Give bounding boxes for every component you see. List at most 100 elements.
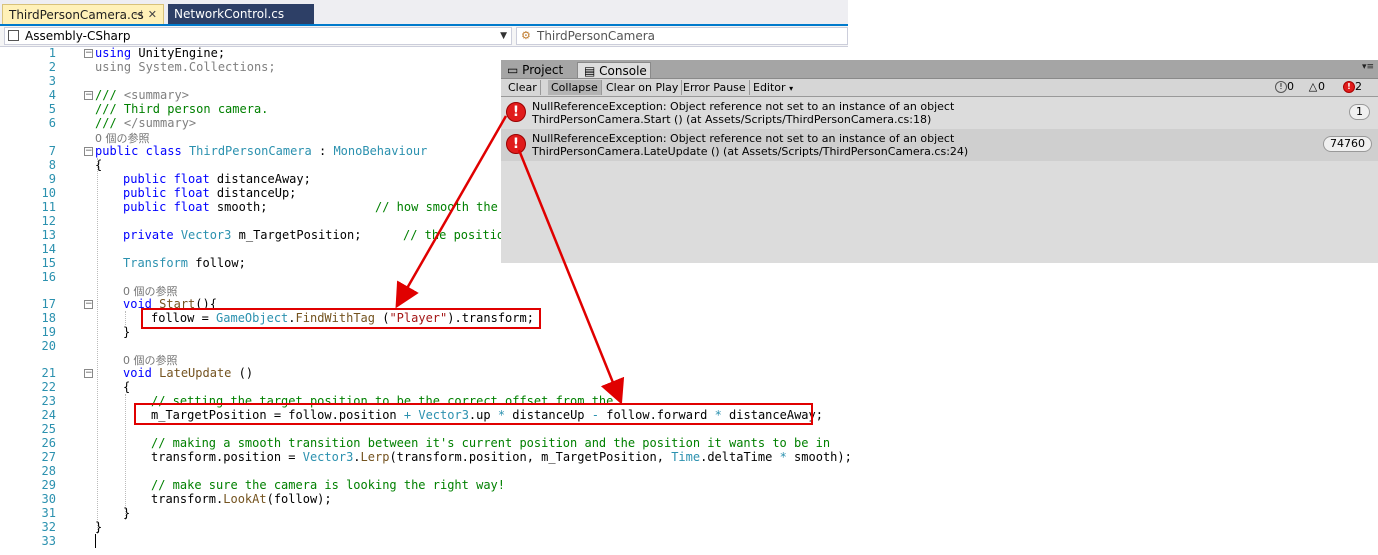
line-number: 15 (41, 256, 56, 270)
code-line: using System.Collections; (95, 60, 276, 74)
code-line: Transform follow; (123, 256, 246, 270)
error-count-toggle[interactable]: ! 2 (1343, 80, 1362, 94)
line-number: 18 (41, 311, 56, 325)
code-line: public float distanceUp; (123, 186, 297, 200)
highlight-box-line-18 (141, 308, 541, 329)
warning-count: 0 (1318, 80, 1325, 93)
console-tab-bar: ▭ Project ▤ Console ▾≡ (501, 60, 1378, 79)
folder-icon: ▭ (507, 63, 519, 77)
indent-guide (125, 394, 126, 520)
log-entry[interactable]: ! NullReferenceException: Object referen… (501, 129, 1378, 161)
line-number: 31 (41, 506, 56, 520)
clear-on-play-toggle[interactable]: Clear on Play (603, 80, 683, 95)
chevron-down-icon: ▼ (500, 31, 507, 41)
tab-label: Console (599, 64, 647, 78)
code-line: public float distanceAway; (123, 172, 311, 186)
collapse-icon[interactable]: − (84, 147, 93, 156)
line-number: 12 (41, 214, 56, 228)
line-number: 13 (41, 228, 56, 242)
tab-networkcontrol[interactable]: NetworkControl.cs (168, 4, 314, 24)
line-number: 29 (41, 478, 56, 492)
line-number: 28 (41, 464, 56, 478)
class-icon: ⚙ (521, 29, 531, 42)
line-number: 4 (48, 88, 56, 102)
tab-label: NetworkControl.cs (174, 7, 285, 21)
window-menu-icon[interactable]: ▾≡ (1362, 62, 1374, 72)
console-toolbar: Clear Collapse Clear on Play Error Pause… (501, 79, 1378, 97)
code-line: // make sure the camera is looking the r… (151, 478, 506, 492)
project-icon (8, 30, 19, 41)
tab-console[interactable]: ▤ Console (577, 62, 651, 78)
code-line: /// Third person camera. (95, 102, 269, 116)
log-message: NullReferenceException: Object reference… (532, 100, 955, 113)
text-cursor (95, 534, 96, 548)
line-number: 14 (41, 242, 56, 256)
code-line: } (95, 520, 103, 534)
code-line: transform.LookAt(follow); (151, 492, 332, 506)
code-line: void LateUpdate () (123, 366, 254, 380)
code-line: // making a smooth transition between it… (151, 436, 831, 450)
indent-guide (97, 158, 98, 534)
line-number: 16 (41, 270, 56, 284)
line-number: 33 (41, 534, 56, 548)
info-icon: ! (1275, 81, 1287, 93)
document-tab-bar: ThirdPersonCamera.cs ⊣ ✕ NetworkControl.… (0, 0, 848, 26)
line-number: 17 (41, 297, 56, 311)
class-dropdown[interactable]: ⚙ ThirdPersonCamera (516, 27, 848, 45)
indent-guide (125, 311, 126, 325)
line-number: 3 (48, 74, 56, 88)
highlight-box-line-24 (134, 403, 813, 425)
line-number: 8 (48, 158, 56, 172)
editor-dropdown[interactable]: Editor ▾ (750, 80, 796, 95)
collapse-toggle[interactable]: Collapse (548, 80, 602, 95)
collapse-icon[interactable]: − (84, 300, 93, 309)
collapse-icon[interactable]: − (84, 369, 93, 378)
tab-thirdpersoncamera[interactable]: ThirdPersonCamera.cs ⊣ ✕ (2, 4, 164, 24)
code-line: } (123, 325, 131, 339)
console-log-list: ! NullReferenceException: Object referen… (501, 97, 1378, 263)
code-line: public class ThirdPersonCamera : MonoBeh… (95, 144, 428, 158)
line-number: 5 (48, 102, 56, 116)
warning-icon: △ (1308, 80, 1318, 93)
code-comment: // the positio (403, 228, 505, 242)
code-line: { (95, 158, 103, 172)
log-stacktrace: ThirdPersonCamera.Start () (at Assets/Sc… (532, 113, 932, 126)
code-line: public float smooth; (123, 200, 268, 214)
unity-console-window: ▭ Project ▤ Console ▾≡ Clear Collapse Cl… (501, 60, 1378, 263)
editor-label: Editor (753, 81, 786, 94)
line-number: 10 (41, 186, 56, 200)
collapse-count-badge: 1 (1349, 104, 1370, 120)
chevron-down-icon: ▾ (789, 84, 794, 93)
info-count-toggle[interactable]: ! 0 (1275, 80, 1294, 94)
line-number: 2 (48, 60, 56, 74)
line-number: 21 (41, 366, 56, 380)
line-number: 20 (41, 339, 56, 353)
code-line: /// <summary> (95, 88, 189, 102)
tab-label: ThirdPersonCamera.cs (9, 8, 144, 22)
line-number: 23 (41, 394, 56, 408)
error-pause-toggle[interactable]: Error Pause (680, 80, 750, 95)
error-icon: ! (1343, 81, 1355, 93)
tab-project[interactable]: ▭ Project (507, 62, 563, 78)
log-stacktrace: ThirdPersonCamera.LateUpdate () (at Asse… (532, 145, 969, 158)
line-number: 6 (48, 116, 56, 130)
collapse-icon[interactable]: − (84, 91, 93, 100)
warning-count-toggle[interactable]: △0 (1308, 80, 1325, 94)
line-number: 30 (41, 492, 56, 506)
class-name: ThirdPersonCamera (537, 29, 656, 43)
log-entry[interactable]: ! NullReferenceException: Object referen… (501, 97, 1378, 129)
line-number: 9 (48, 172, 56, 186)
error-icon: ! (506, 134, 526, 154)
project-dropdown[interactable]: Assembly-CSharp ▼ (4, 27, 512, 45)
error-count: 2 (1355, 80, 1362, 93)
collapse-icon[interactable]: − (84, 49, 93, 58)
line-number: 32 (41, 520, 56, 534)
line-number: 11 (41, 200, 56, 214)
pin-icon[interactable]: ⊣ (133, 5, 143, 25)
code-line: /// </summary> (95, 116, 197, 130)
info-count: 0 (1287, 80, 1294, 93)
line-number: 24 (41, 408, 56, 422)
close-icon[interactable]: ✕ (148, 5, 157, 25)
clear-button[interactable]: Clear (505, 80, 541, 95)
navigation-bar: Assembly-CSharp ▼ ⚙ ThirdPersonCamera (0, 26, 848, 47)
